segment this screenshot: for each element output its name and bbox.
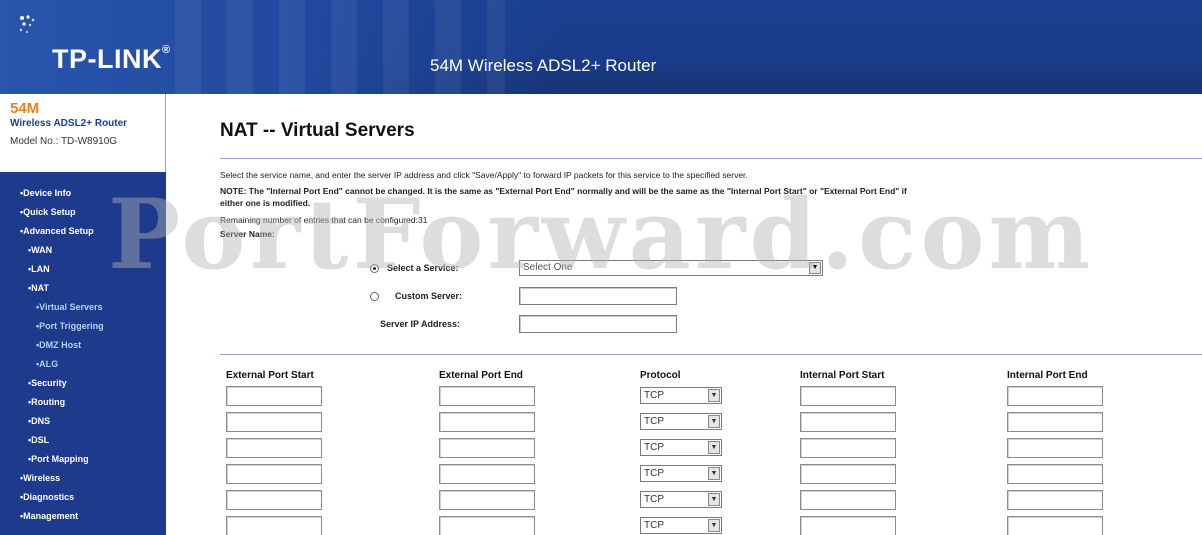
external-port-start-input[interactable]: [226, 386, 322, 406]
service-select-value: Select One: [523, 262, 573, 273]
main-content: NAT -- Virtual Servers Select the servic…: [166, 94, 1202, 535]
protocol-select-value: TCP: [644, 416, 664, 427]
sidebar-item-quick-setup[interactable]: •Quick Setup: [0, 203, 166, 222]
select-service-radio[interactable]: [370, 264, 379, 274]
sidebar-item-routing[interactable]: •Routing: [0, 393, 166, 412]
col-header-protocol: Protocol: [640, 370, 681, 381]
sidebar-nav: •Device Info •Quick Setup •Advanced Setu…: [0, 172, 166, 535]
external-port-start-input[interactable]: [226, 412, 322, 432]
sidebar-item-lan[interactable]: •LAN: [0, 260, 166, 279]
protocol-select[interactable]: TCP ▼: [640, 413, 722, 430]
internal-port-start-input[interactable]: [800, 464, 896, 484]
custom-server-option: Custom Server:: [370, 291, 463, 302]
internal-port-end-input[interactable]: [1007, 438, 1103, 458]
internal-port-end-input[interactable]: [1007, 464, 1103, 484]
sidebar-item-wireless[interactable]: •Wireless: [0, 469, 166, 488]
sidebar-item-management[interactable]: •Management: [0, 507, 166, 526]
protocol-select[interactable]: TCP ▼: [640, 491, 722, 508]
external-port-start-input[interactable]: [226, 464, 322, 484]
brand-speed: 54M: [10, 100, 40, 117]
custom-server-label: Custom Server:: [395, 291, 463, 301]
page-title: NAT -- Virtual Servers: [220, 120, 415, 141]
col-header-external-port-start: External Port Start: [226, 370, 314, 381]
select-service-label: Select a Service:: [387, 263, 459, 273]
server-name-label: Server Name:: [220, 229, 275, 239]
brand-model-number: Model No.: TD-W8910G: [10, 136, 118, 147]
internal-port-end-input[interactable]: [1007, 412, 1103, 432]
internal-port-start-input[interactable]: [800, 490, 896, 510]
remaining-entries-text: Remaining number of entries that can be …: [220, 215, 428, 225]
external-port-end-input[interactable]: [439, 516, 535, 535]
custom-server-radio[interactable]: [370, 292, 379, 302]
protocol-select-value: TCP: [644, 442, 664, 453]
page-header: TP-LINK® 54M Wireless ADSL2+ Router: [0, 0, 1202, 94]
external-port-start-input[interactable]: [226, 438, 322, 458]
sidebar-item-nat[interactable]: •NAT: [0, 279, 166, 298]
sidebar-item-diagnostics[interactable]: •Diagnostics: [0, 488, 166, 507]
sidebar-item-dmz-host[interactable]: •DMZ Host: [0, 336, 166, 355]
external-port-end-input[interactable]: [439, 490, 535, 510]
sidebar-item-dns[interactable]: •DNS: [0, 412, 166, 431]
col-header-external-port-end: External Port End: [439, 370, 523, 381]
sidebar-item-dsl[interactable]: •DSL: [0, 431, 166, 450]
sidebar-item-port-mapping[interactable]: •Port Mapping: [0, 450, 166, 469]
tp-link-logo-icon: [19, 15, 35, 33]
external-port-start-input[interactable]: [226, 516, 322, 535]
external-port-end-input[interactable]: [439, 386, 535, 406]
sidebar-item-alg[interactable]: •ALG: [0, 355, 166, 374]
chevron-down-icon[interactable]: ▼: [809, 262, 821, 274]
protocol-select-value: TCP: [644, 494, 664, 505]
external-port-start-input[interactable]: [226, 490, 322, 510]
logo-trademark: ®: [161, 44, 171, 56]
chevron-down-icon[interactable]: ▼: [708, 389, 720, 402]
title-divider: [220, 158, 1202, 159]
service-select[interactable]: Select One ▼: [519, 260, 823, 276]
external-port-end-input[interactable]: [439, 438, 535, 458]
internal-port-end-input[interactable]: [1007, 490, 1103, 510]
protocol-select[interactable]: TCP ▼: [640, 465, 722, 482]
chevron-down-icon[interactable]: ▼: [708, 493, 720, 506]
external-port-end-input[interactable]: [439, 464, 535, 484]
protocol-select-value: TCP: [644, 390, 664, 401]
external-port-end-input[interactable]: [439, 412, 535, 432]
server-ip-input[interactable]: [519, 315, 677, 333]
chevron-down-icon[interactable]: ▼: [708, 415, 720, 428]
custom-server-input[interactable]: [519, 287, 677, 305]
sidebar-item-port-triggering[interactable]: •Port Triggering: [0, 317, 166, 336]
tp-link-logo: TP-LINK®: [52, 44, 171, 75]
intro-text: Select the service name, and enter the s…: [220, 170, 748, 180]
protocol-select-value: TCP: [644, 468, 664, 479]
protocol-select[interactable]: TCP ▼: [640, 439, 722, 456]
chevron-down-icon[interactable]: ▼: [708, 441, 720, 454]
internal-port-start-input[interactable]: [800, 438, 896, 458]
note-text-line2: either one is modified.: [220, 198, 311, 208]
table-divider: [220, 354, 1202, 355]
sidebar-item-virtual-servers[interactable]: •Virtual Servers: [0, 298, 166, 317]
chevron-down-icon[interactable]: ▼: [708, 519, 720, 532]
sidebar-brand: 54M Wireless ADSL2+ Router Model No.: TD…: [0, 94, 166, 172]
select-service-option: Select a Service:: [370, 263, 459, 274]
note-text-line1: NOTE: The "Internal Port End" cannot be …: [220, 186, 907, 196]
chevron-down-icon[interactable]: ▼: [708, 467, 720, 480]
col-header-internal-port-start: Internal Port Start: [800, 370, 885, 381]
sidebar-item-advanced-setup[interactable]: •Advanced Setup: [0, 222, 166, 241]
internal-port-end-input[interactable]: [1007, 516, 1103, 535]
sidebar-item-device-info[interactable]: •Device Info: [0, 184, 166, 203]
protocol-select[interactable]: TCP ▼: [640, 517, 722, 534]
protocol-select[interactable]: TCP ▼: [640, 387, 722, 404]
sidebar-item-security[interactable]: •Security: [0, 374, 166, 393]
sidebar-item-wan[interactable]: •WAN: [0, 241, 166, 260]
internal-port-end-input[interactable]: [1007, 386, 1103, 406]
header-stripes: [175, 0, 505, 94]
col-header-internal-port-end: Internal Port End: [1007, 370, 1088, 381]
server-ip-label: Server IP Address:: [380, 319, 461, 329]
protocol-select-value: TCP: [644, 520, 664, 531]
internal-port-start-input[interactable]: [800, 386, 896, 406]
internal-port-start-input[interactable]: [800, 516, 896, 535]
internal-port-start-input[interactable]: [800, 412, 896, 432]
header-product-title: 54M Wireless ADSL2+ Router: [430, 56, 657, 75]
brand-product-name: Wireless ADSL2+ Router: [10, 118, 128, 129]
logo-text: TP-LINK: [52, 44, 162, 74]
